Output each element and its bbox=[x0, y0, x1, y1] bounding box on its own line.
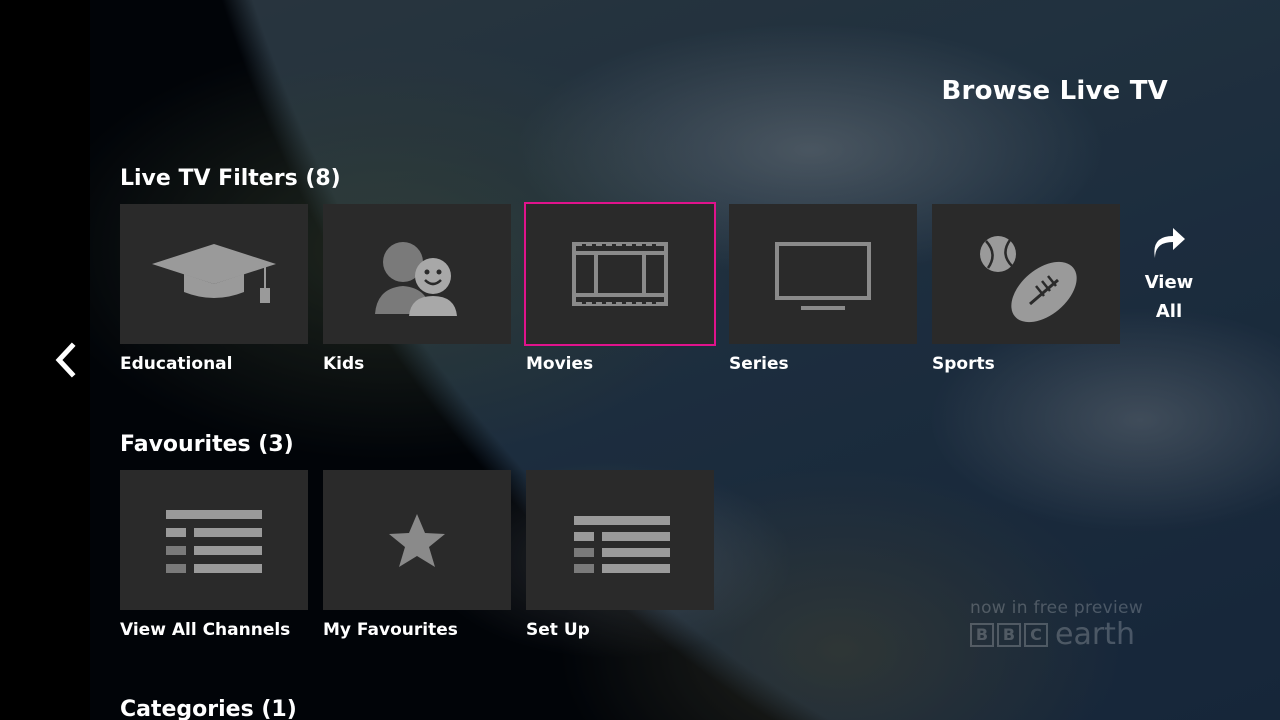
film-strip-icon bbox=[572, 242, 668, 306]
favourites-label-set-up: Set Up bbox=[526, 620, 590, 640]
view-all-button[interactable]: View All bbox=[1136, 228, 1202, 326]
watermark-letter-2: B bbox=[997, 623, 1021, 647]
star-icon bbox=[389, 514, 445, 567]
filter-tile-educational[interactable] bbox=[120, 204, 308, 344]
graduation-cap-icon bbox=[152, 244, 276, 303]
filter-tile-kids[interactable] bbox=[323, 204, 511, 344]
page-title: Browse Live TV bbox=[941, 76, 1168, 106]
setup-list-icon bbox=[574, 516, 670, 573]
share-arrow-icon bbox=[1154, 228, 1185, 258]
tv-icon bbox=[775, 242, 871, 310]
filter-tile-sports[interactable] bbox=[932, 204, 1120, 344]
section-title-categories: Categories (1) bbox=[120, 697, 297, 720]
section-title-filters: Live TV Filters (8) bbox=[120, 166, 341, 191]
filter-label-movies: Movies bbox=[526, 354, 594, 374]
view-all-label-line2: All bbox=[1155, 301, 1183, 322]
watermark-logo: B B C earth bbox=[970, 620, 1143, 650]
filter-label-sports: Sports bbox=[932, 354, 995, 374]
watermark-word: earth bbox=[1055, 617, 1135, 652]
watermark-tagline: now in free preview bbox=[970, 598, 1144, 618]
favourites-tile-view-all-channels[interactable] bbox=[120, 470, 308, 610]
filter-label-kids: Kids bbox=[323, 354, 365, 374]
watermark-letter-3: C bbox=[1024, 623, 1048, 647]
watermark-letter-1: B bbox=[970, 623, 994, 647]
favourites-tile-set-up[interactable] bbox=[526, 470, 714, 610]
sports-balls-icon bbox=[980, 236, 1077, 323]
filter-tile-series[interactable] bbox=[729, 204, 917, 344]
filter-label-educational: Educational bbox=[120, 354, 233, 374]
kids-icon bbox=[375, 242, 457, 316]
favourites-label-view-all-channels: View All Channels bbox=[120, 620, 291, 640]
favourites-tile-my-favourites[interactable] bbox=[323, 470, 511, 610]
channel-watermark: now in free preview B B C earth bbox=[970, 598, 1143, 650]
favourites-label-my-favourites: My Favourites bbox=[323, 620, 458, 640]
back-button[interactable] bbox=[48, 340, 82, 380]
view-all-label-line1: View bbox=[1144, 272, 1194, 293]
chevron-left-icon bbox=[55, 342, 76, 378]
channel-list-icon bbox=[166, 510, 262, 573]
filter-tile-movies[interactable] bbox=[524, 202, 716, 346]
section-title-favourites: Favourites (3) bbox=[120, 432, 294, 457]
filter-label-series: Series bbox=[729, 354, 789, 374]
